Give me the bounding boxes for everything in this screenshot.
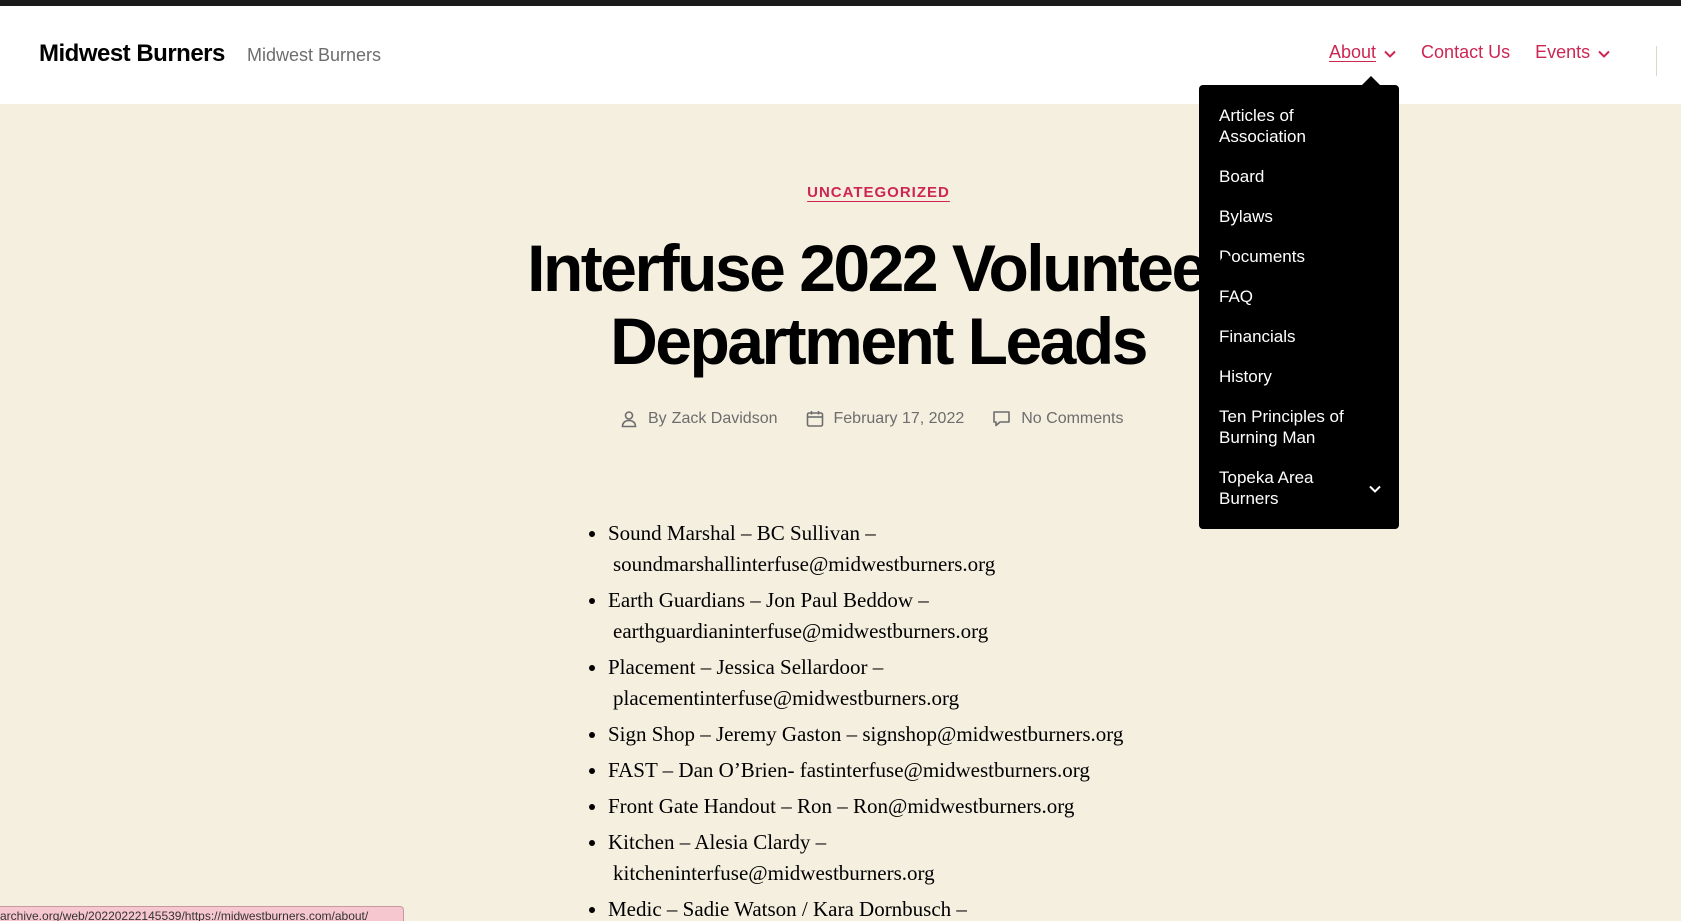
submenu-item-ten-principles[interactable]: Ten Principles of Burning Man	[1199, 406, 1399, 448]
nav-item-contact-us-label[interactable]: Contact Us	[1421, 42, 1510, 63]
submenu-item-topeka-label[interactable]: Topeka Area Burners	[1219, 467, 1339, 509]
chevron-down-icon[interactable]	[1369, 479, 1381, 500]
author-link[interactable]: Zack Davidson	[672, 410, 778, 428]
site-header: Midwest Burners Midwest Burners About Co…	[0, 6, 1681, 104]
submenu-item-topeka-area-burners[interactable]: Topeka Area Burners	[1199, 467, 1399, 509]
lead-text: Medic – Sadie Watson / Kara Dornbusch –	[608, 897, 967, 921]
lead-email: fastinterfuse@midwestburners.org	[799, 758, 1090, 782]
list-item: Earth Guardians – Jon Paul Beddow – eart…	[587, 585, 1147, 647]
post-date: February 17, 2022	[806, 410, 965, 428]
list-item: Front Gate Handout – Ron – Ron@midwestbu…	[587, 791, 1147, 822]
post-comments: No Comments	[992, 410, 1124, 428]
list-item: Medic – Sadie Watson / Kara Dornbusch –	[587, 894, 1147, 921]
status-url: archive.org/web/20220222145539/https://m…	[0, 909, 369, 921]
lead-email: signshop@midwestburners.org	[862, 722, 1124, 746]
nav-item-events[interactable]: Events	[1535, 42, 1610, 63]
lead-text: Kitchen – Alesia Clardy –	[608, 830, 827, 854]
post-category: UNCATEGORIZED	[0, 184, 1681, 201]
calendar-icon	[806, 411, 823, 427]
date-link[interactable]: February 17, 2022	[834, 410, 965, 428]
comments-link[interactable]: No Comments	[1021, 410, 1123, 428]
site-title[interactable]: Midwest Burners	[39, 40, 225, 68]
entry-content: Sound Marshal – BC Sullivan – soundmarsh…	[587, 518, 1147, 921]
lead-email: placementinterfuse@midwestburners.org	[613, 686, 960, 710]
chevron-down-icon[interactable]	[1384, 48, 1396, 60]
post-title-line-2: Department Leads	[610, 304, 1148, 378]
lead-text: Sign Shop – Jeremy Gaston –	[608, 722, 858, 746]
list-item: Sign Shop – Jeremy Gaston – signshop@mid…	[587, 719, 1147, 750]
category-link[interactable]: UNCATEGORIZED	[807, 184, 950, 201]
leads-list: Sound Marshal – BC Sullivan – soundmarsh…	[587, 518, 1147, 921]
primary-nav: About Contact Us Events	[1329, 42, 1635, 63]
lead-email: earthguardianinterfuse@midwestburners.or…	[613, 619, 989, 643]
chevron-down-icon[interactable]	[1598, 48, 1610, 60]
user-icon	[621, 411, 637, 428]
nav-divider	[1656, 46, 1657, 76]
list-item: Placement – Jessica Sellardoor – placeme…	[587, 652, 1147, 714]
lead-text: Placement – Jessica Sellardoor –	[608, 655, 884, 679]
list-item: Kitchen – Alesia Clardy – kitcheninterfu…	[587, 827, 1147, 889]
nav-item-about-label[interactable]: About	[1329, 42, 1376, 63]
lead-email: soundmarshallinterfuse@midwestburners.or…	[613, 552, 996, 576]
lead-text: FAST – Dan O’Brien-	[608, 758, 795, 782]
nav-item-about[interactable]: About	[1329, 42, 1396, 63]
list-item: FAST – Dan O’Brien- fastinterfuse@midwes…	[587, 755, 1147, 786]
submenu-item-articles-of-association[interactable]: Articles of Association	[1199, 105, 1399, 147]
lead-text: Front Gate Handout – Ron –	[608, 794, 848, 818]
lead-email: Ron@midwestburners.org	[852, 794, 1075, 818]
submenu-item-bylaws[interactable]: Bylaws	[1199, 206, 1399, 227]
list-item: Sound Marshal – BC Sullivan – soundmarsh…	[587, 518, 1147, 580]
post-title-line-1: Interfuse 2022 Volunteer	[527, 232, 1231, 305]
comment-icon	[993, 411, 1011, 427]
browser-status-bar: archive.org/web/20220222145539/https://m…	[0, 906, 404, 921]
lead-text: Sound Marshal – BC Sullivan –	[608, 521, 876, 545]
post-meta: By Zack Davidson February 17, 2022 No Co…	[620, 410, 1152, 428]
site-description: Midwest Burners	[247, 45, 382, 65]
author-prefix: By	[648, 410, 667, 427]
post-title: Interfuse 2022 Volunteer Department Lead…	[440, 232, 1316, 382]
lead-email: kitcheninterfuse@midwestburners.org	[613, 861, 935, 885]
post-author: By Zack Davidson	[620, 410, 778, 428]
lead-text: Earth Guardians – Jon Paul Beddow –	[608, 588, 929, 612]
nav-item-contact-us[interactable]: Contact Us	[1421, 42, 1510, 63]
nav-item-events-label[interactable]: Events	[1535, 42, 1590, 63]
